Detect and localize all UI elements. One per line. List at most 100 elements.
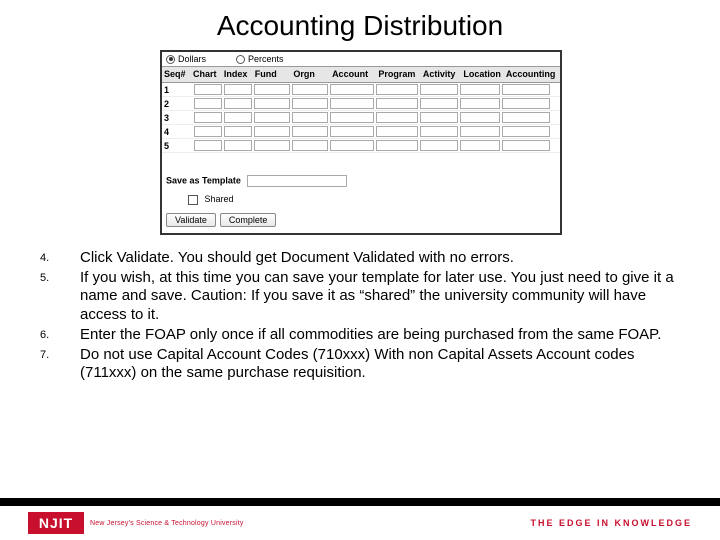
list-number: 6. bbox=[40, 326, 80, 344]
fund-input[interactable] bbox=[254, 126, 290, 137]
accounting-input[interactable] bbox=[502, 84, 550, 95]
row-seq: 1 bbox=[164, 85, 194, 95]
list-number: 5. bbox=[40, 269, 80, 324]
shared-row: Shared bbox=[162, 191, 560, 211]
program-input[interactable] bbox=[376, 126, 418, 137]
list-text: If you wish, at this time you can save y… bbox=[80, 269, 680, 324]
orgn-input[interactable] bbox=[292, 126, 328, 137]
fund-input[interactable] bbox=[254, 98, 290, 109]
header-orgn: Orgn bbox=[293, 69, 332, 79]
chart-input[interactable] bbox=[194, 84, 222, 95]
list-item: 5.If you wish, at this time you can save… bbox=[40, 269, 680, 324]
index-input[interactable] bbox=[224, 126, 252, 137]
program-input[interactable] bbox=[376, 98, 418, 109]
logo-subtitle: New Jersey's Science & Technology Univer… bbox=[90, 520, 244, 527]
orgn-input[interactable] bbox=[292, 140, 328, 151]
header-index: Index bbox=[224, 69, 255, 79]
amount-type-radio-group: Dollars Percents bbox=[162, 52, 560, 67]
logo-mark: NJIT bbox=[28, 512, 84, 534]
location-input[interactable] bbox=[460, 140, 500, 151]
list-item: 4.Click Validate. You should get Documen… bbox=[40, 249, 680, 267]
list-text: Click Validate. You should get Document … bbox=[80, 249, 680, 267]
radio-icon bbox=[166, 55, 175, 64]
location-input[interactable] bbox=[460, 84, 500, 95]
account-input[interactable] bbox=[330, 126, 374, 137]
accounting-distribution-form: Dollars Percents Seq# Chart Index Fund O… bbox=[160, 50, 562, 235]
fund-input[interactable] bbox=[254, 84, 290, 95]
chart-input[interactable] bbox=[194, 98, 222, 109]
list-text: Do not use Capital Account Codes (710xxx… bbox=[80, 346, 680, 383]
program-input[interactable] bbox=[376, 84, 418, 95]
list-number: 7. bbox=[40, 346, 80, 383]
header-fund: Fund bbox=[255, 69, 294, 79]
dollars-radio[interactable]: Dollars bbox=[166, 54, 206, 64]
table-row: 5 bbox=[162, 139, 560, 153]
index-input[interactable] bbox=[224, 98, 252, 109]
activity-input[interactable] bbox=[420, 126, 458, 137]
validate-button[interactable]: Validate bbox=[166, 213, 216, 227]
save-as-template-row: Save as Template bbox=[162, 153, 560, 191]
location-input[interactable] bbox=[460, 98, 500, 109]
activity-input[interactable] bbox=[420, 84, 458, 95]
index-input[interactable] bbox=[224, 84, 252, 95]
list-text: Enter the FOAP only once if all commodit… bbox=[80, 326, 680, 344]
orgn-input[interactable] bbox=[292, 84, 328, 95]
orgn-input[interactable] bbox=[292, 98, 328, 109]
footer-divider bbox=[0, 498, 720, 506]
radio-icon bbox=[236, 55, 245, 64]
program-input[interactable] bbox=[376, 140, 418, 151]
account-input[interactable] bbox=[330, 98, 374, 109]
table-row: 2 bbox=[162, 97, 560, 111]
row-seq: 3 bbox=[164, 113, 194, 123]
list-item: 6.Enter the FOAP only once if all commod… bbox=[40, 326, 680, 344]
table-row: 4 bbox=[162, 125, 560, 139]
list-item: 7.Do not use Capital Account Codes (710x… bbox=[40, 346, 680, 383]
location-input[interactable] bbox=[460, 126, 500, 137]
fund-input[interactable] bbox=[254, 112, 290, 123]
template-name-input[interactable] bbox=[247, 175, 347, 187]
button-row: Validate Complete bbox=[162, 211, 560, 233]
chart-input[interactable] bbox=[194, 112, 222, 123]
account-input[interactable] bbox=[330, 112, 374, 123]
header-program: Program bbox=[378, 69, 422, 79]
instructions-list: 4.Click Validate. You should get Documen… bbox=[0, 249, 720, 383]
program-input[interactable] bbox=[376, 112, 418, 123]
complete-button[interactable]: Complete bbox=[220, 213, 277, 227]
percents-radio-label: Percents bbox=[248, 54, 284, 64]
njit-logo: NJIT New Jersey's Science & Technology U… bbox=[28, 512, 244, 534]
activity-input[interactable] bbox=[420, 98, 458, 109]
accounting-input[interactable] bbox=[502, 98, 550, 109]
location-input[interactable] bbox=[460, 112, 500, 123]
index-input[interactable] bbox=[224, 112, 252, 123]
header-location: Location bbox=[463, 69, 506, 79]
account-input[interactable] bbox=[330, 84, 374, 95]
footer: NJIT New Jersey's Science & Technology U… bbox=[0, 506, 720, 540]
accounting-input[interactable] bbox=[502, 126, 550, 137]
column-headers: Seq# Chart Index Fund Orgn Account Progr… bbox=[162, 67, 560, 83]
percents-radio[interactable]: Percents bbox=[236, 54, 284, 64]
row-seq: 2 bbox=[164, 99, 194, 109]
activity-input[interactable] bbox=[420, 140, 458, 151]
accounting-input[interactable] bbox=[502, 112, 550, 123]
header-chart: Chart bbox=[193, 69, 224, 79]
orgn-input[interactable] bbox=[292, 112, 328, 123]
table-row: 3 bbox=[162, 111, 560, 125]
table-row: 1 bbox=[162, 83, 560, 97]
page-title: Accounting Distribution bbox=[0, 0, 720, 50]
account-input[interactable] bbox=[330, 140, 374, 151]
index-input[interactable] bbox=[224, 140, 252, 151]
fund-input[interactable] bbox=[254, 140, 290, 151]
shared-label: Shared bbox=[205, 194, 234, 204]
list-number: 4. bbox=[40, 249, 80, 267]
row-seq: 4 bbox=[164, 127, 194, 137]
chart-input[interactable] bbox=[194, 140, 222, 151]
header-activity: Activity bbox=[423, 69, 464, 79]
shared-checkbox[interactable] bbox=[188, 195, 198, 205]
chart-input[interactable] bbox=[194, 126, 222, 137]
tagline: THE EDGE IN KNOWLEDGE bbox=[530, 518, 692, 528]
header-accounting: Accounting bbox=[506, 69, 560, 79]
dollars-radio-label: Dollars bbox=[178, 54, 206, 64]
save-as-template-label: Save as Template bbox=[166, 175, 241, 185]
activity-input[interactable] bbox=[420, 112, 458, 123]
accounting-input[interactable] bbox=[502, 140, 550, 151]
